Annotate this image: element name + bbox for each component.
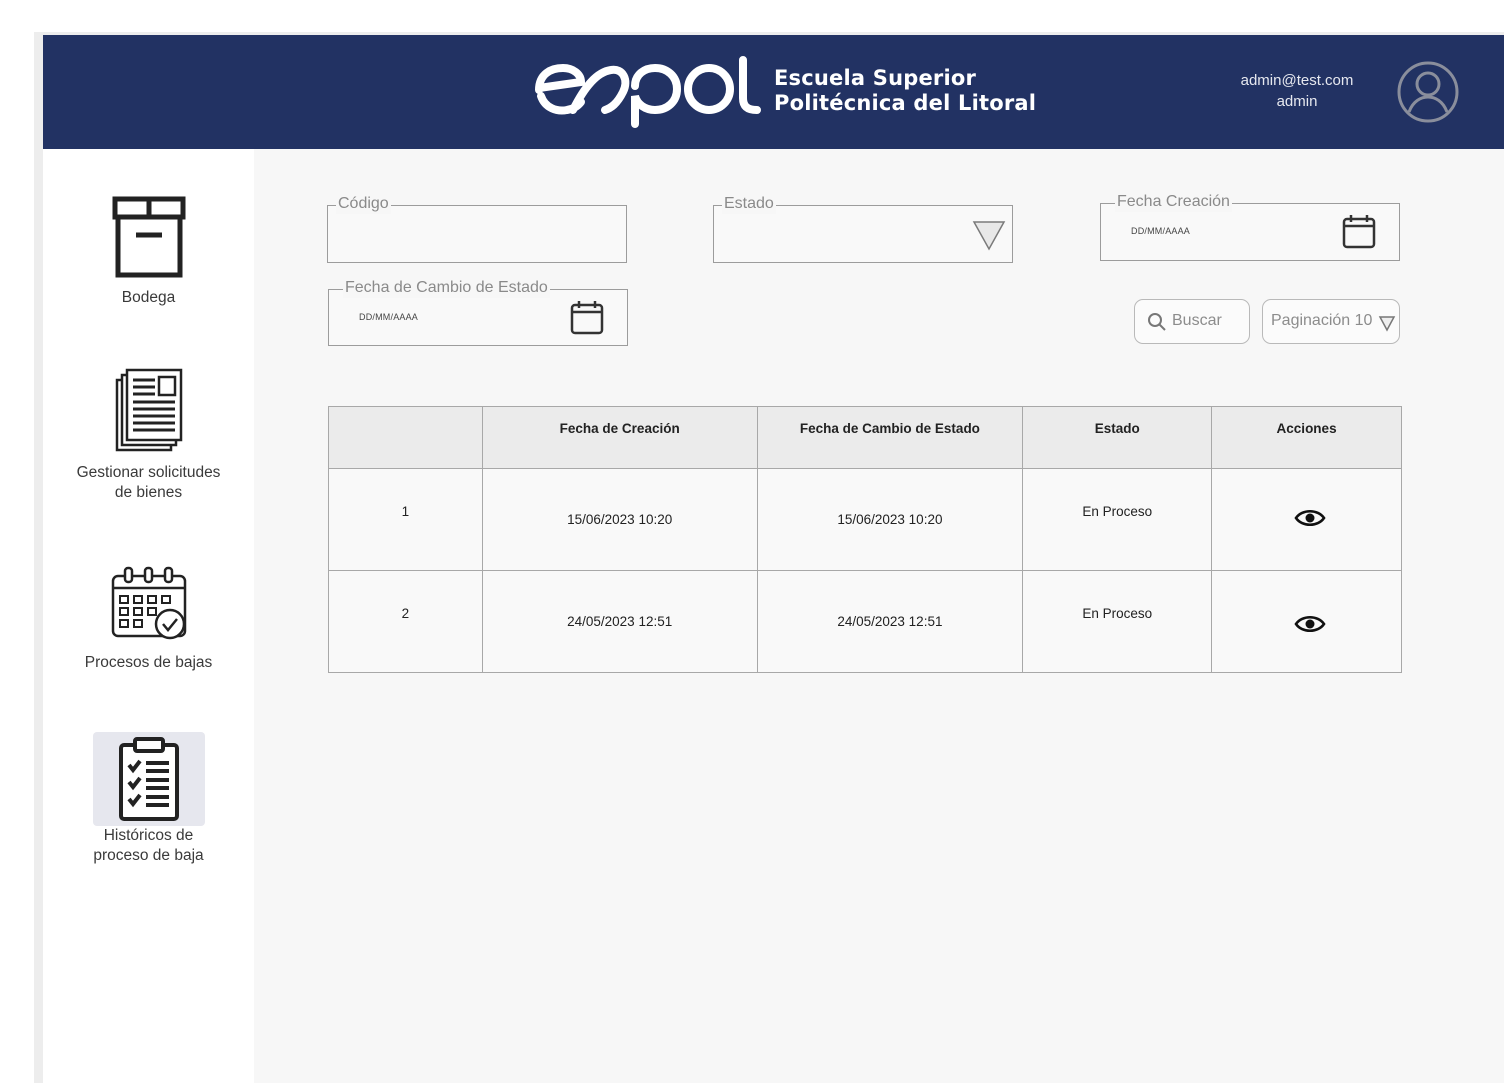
- sidebar-item-label-line-1: Gestionar solicitudes: [76, 464, 221, 481]
- column-header-fecha-cambio: Fecha de Cambio de Estado: [756, 406, 1024, 469]
- cell-fecha-creacion: 24/05/2023 12:51: [481, 570, 758, 673]
- institution-name: Escuela Superior Politécnica del Litoral: [774, 66, 1036, 116]
- documents-icon: [115, 368, 182, 452]
- cell-fecha-creacion: 15/06/2023 10:20: [481, 468, 758, 571]
- eye-icon[interactable]: [1293, 507, 1326, 529]
- estado-select[interactable]: Estado: [713, 194, 1013, 263]
- sidebar-item-procesos-bajas[interactable]: Procesos de bajas: [43, 564, 254, 673]
- search-button-label: Buscar: [1172, 312, 1222, 329]
- pagination-label: Paginación 10: [1271, 312, 1373, 329]
- codigo-field[interactable]: Código: [327, 194, 627, 263]
- sidebar-item-gestionar-solicitudes[interactable]: Gestionar solicitudes de bienes: [43, 366, 254, 503]
- institution-line-2: Politécnica del Litoral: [774, 91, 1037, 115]
- espol-logo[interactable]: [531, 46, 761, 135]
- fecha-cambio-placeholder: DD/MM/AAAA: [359, 312, 419, 322]
- table-header-row: Fecha de Creación Fecha de Cambio de Est…: [328, 406, 1402, 469]
- user-email: admin@test.com: [1240, 72, 1354, 89]
- sidebar-item-label-line-1: Históricos de: [103, 827, 194, 844]
- procesos-table: Fecha de Creación Fecha de Cambio de Est…: [328, 406, 1402, 673]
- user-info: admin@test.com admin: [1210, 70, 1384, 112]
- cell-estado: En Proceso: [1022, 570, 1213, 673]
- cell-acciones: [1211, 570, 1402, 673]
- user-circle-icon[interactable]: [1396, 60, 1460, 129]
- sidebar-item-highlight: [92, 732, 205, 826]
- column-header-estado: Estado: [1022, 406, 1213, 469]
- cell-fecha-cambio: 15/06/2023 10:20: [756, 468, 1024, 571]
- table-row: 2 24/05/2023 12:51 24/05/2023 12:51 En P…: [328, 570, 1402, 673]
- cell-estado: En Proceso: [1022, 468, 1213, 571]
- column-header-acciones: Acciones: [1211, 406, 1402, 469]
- table-row: 1 15/06/2023 10:20 15/06/2023 10:20 En P…: [328, 468, 1402, 571]
- cell-acciones: [1211, 468, 1402, 571]
- calendar-check-icon: [111, 566, 186, 640]
- fecha-cambio-label: Fecha de Cambio de Estado: [343, 278, 550, 298]
- institution-line-1: Escuela Superior: [774, 66, 977, 90]
- search-button[interactable]: Buscar: [1134, 299, 1250, 344]
- chevron-down-icon: [1378, 316, 1396, 332]
- column-header-id: [328, 406, 483, 469]
- pagination-select[interactable]: Paginación 10: [1262, 299, 1400, 344]
- eye-icon[interactable]: [1293, 613, 1326, 635]
- search-icon: [1148, 313, 1166, 331]
- fecha-cambio-field[interactable]: Fecha de Cambio de Estado DD/MM/AAAA: [328, 278, 628, 346]
- calendar-icon[interactable]: [569, 299, 605, 335]
- sidebar-item-historicos[interactable]: Históricos de proceso de baja: [43, 732, 254, 866]
- cell-fecha-cambio: 24/05/2023 12:51: [756, 570, 1024, 673]
- cell-id: 2: [328, 570, 483, 673]
- sidebar-item-bodega[interactable]: Bodega: [43, 193, 254, 308]
- chevron-down-icon: [972, 221, 1006, 251]
- estado-label: Estado: [722, 194, 776, 214]
- clipboard-checklist-icon: [118, 737, 179, 821]
- fecha-creacion-placeholder: DD/MM/AAAA: [1131, 226, 1191, 236]
- sidebar-item-label: Bodega: [121, 289, 176, 306]
- codigo-label: Código: [336, 194, 391, 214]
- box-icon: [112, 196, 185, 278]
- fecha-creacion-field[interactable]: Fecha Creación DD/MM/AAAA: [1100, 192, 1400, 261]
- user-role: admin: [1276, 93, 1318, 110]
- sidebar-item-label: Históricos de proceso de baja: [43, 826, 254, 866]
- calendar-icon[interactable]: [1341, 213, 1377, 249]
- cell-id: 1: [328, 468, 483, 571]
- fecha-creacion-label: Fecha Creación: [1115, 192, 1232, 212]
- column-header-fecha-creacion: Fecha de Creación: [481, 406, 758, 469]
- sidebar-item-label-line-2: proceso de baja: [93, 847, 204, 864]
- sidebar-item-label: Procesos de bajas: [84, 654, 213, 671]
- sidebar-item-label-line-2: de bienes: [114, 484, 183, 501]
- sidebar-item-label: Gestionar solicitudes de bienes: [43, 463, 254, 503]
